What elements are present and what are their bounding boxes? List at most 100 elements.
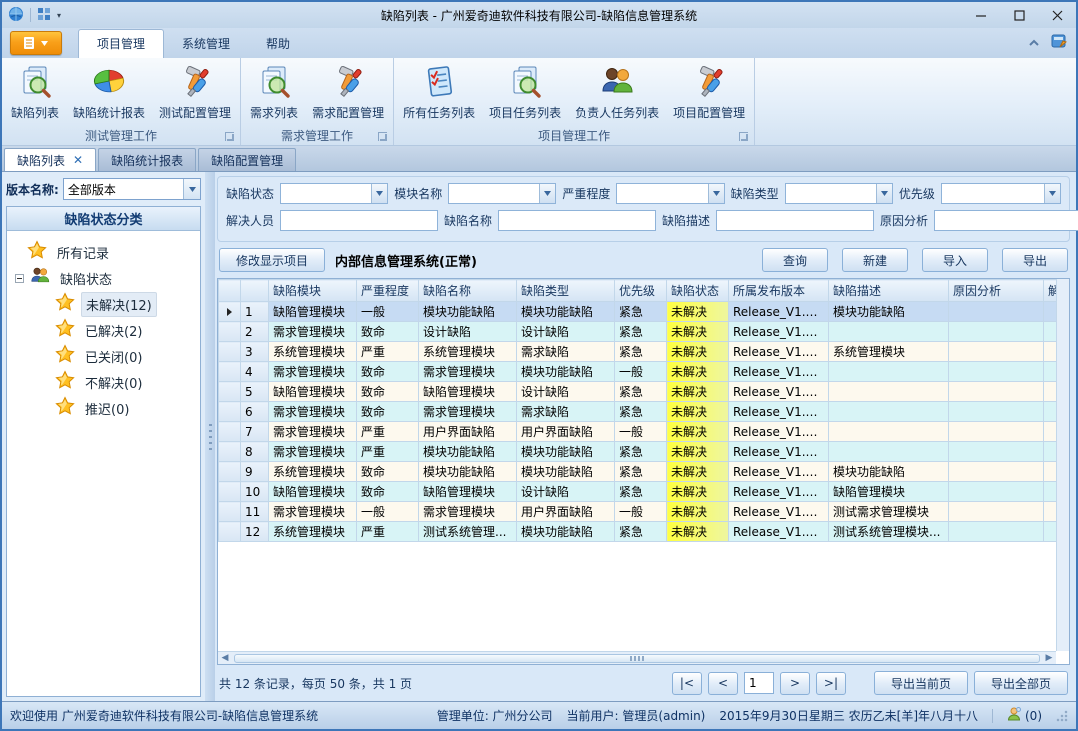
table-row[interactable]: 5缺陷管理模块致命缺陷管理模块设计缺陷紧急未解决Release_V1.0.0 [219, 382, 1057, 402]
ribbon-button-1-0[interactable]: 需求列表 [245, 62, 303, 124]
modify-display-columns-button[interactable]: 修改显示项目 [219, 248, 325, 272]
ribbon-button-2-1[interactable]: 项目任务列表 [484, 62, 566, 124]
grid-column-header-1[interactable]: 严重程度 [357, 280, 419, 302]
pager-next-button[interactable]: > [780, 672, 810, 695]
grid-column-header-2[interactable]: 缺陷名称 [419, 280, 517, 302]
export-button[interactable]: 导出 [1002, 248, 1068, 272]
table-row[interactable]: 3系统管理模块严重系统管理模块需求缺陷紧急未解决Release_V1.2.0系统… [219, 342, 1057, 362]
ribbon-button-1-1[interactable]: 需求配置管理 [307, 62, 389, 124]
close-tab-icon[interactable]: ✕ [73, 154, 83, 166]
ribbon-button-2-2[interactable]: 负责人任务列表 [570, 62, 664, 124]
page-number-input[interactable] [744, 672, 774, 694]
chevron-down-icon[interactable] [539, 184, 555, 203]
ribbon-button-0-0[interactable]: 缺陷列表 [6, 62, 64, 124]
table-row[interactable]: 4需求管理模块致命需求管理模块模块功能缺陷一般未解决Release_V1.0.0 [219, 362, 1057, 382]
dialog-launcher-icon[interactable] [378, 132, 387, 141]
row-marker-cell [219, 522, 241, 542]
table-row[interactable]: 12系统管理模块严重测试系统管理...模块功能缺陷紧急未解决Release_V1… [219, 522, 1057, 542]
document-tab-0[interactable]: 缺陷列表✕ [4, 148, 96, 171]
export-current-page-button[interactable]: 导出当前页 [874, 671, 968, 695]
tree-item-6[interactable]: 推迟(0) [13, 395, 198, 421]
filter-input-row2-3[interactable] [934, 210, 1078, 231]
ribbon-help-icon[interactable] [1051, 34, 1068, 52]
tree-collapse-icon[interactable] [15, 274, 24, 283]
chevron-down-icon[interactable] [1044, 184, 1060, 203]
ribbon-button-0-1[interactable]: 缺陷统计报表 [68, 62, 150, 124]
table-row[interactable]: 10缺陷管理模块致命缺陷管理模块设计缺陷紧急未解决Release_V1.0.0缺… [219, 482, 1057, 502]
filter-label: 严重程度 [562, 185, 610, 202]
dialog-launcher-icon[interactable] [739, 132, 748, 141]
table-row[interactable]: 7需求管理模块严重用户界面缺陷用户界面缺陷一般未解决Release_V1.0.0 [219, 422, 1057, 442]
tree-item-1[interactable]: 缺陷状态 [13, 265, 198, 291]
grid-column-header-5[interactable]: 缺陷状态 [667, 280, 729, 302]
dialog-launcher-icon[interactable] [225, 132, 234, 141]
tree-item-4[interactable]: 已关闭(0) [13, 343, 198, 369]
grid-column-header-3[interactable]: 缺陷类型 [517, 280, 615, 302]
filter-input-row2-1[interactable] [498, 210, 656, 231]
table-row[interactable]: 9系统管理模块致命模块功能缺陷模块功能缺陷紧急未解决Release_V1.0.0… [219, 462, 1057, 482]
grid-column-header-7[interactable]: 缺陷描述 [829, 280, 949, 302]
import-button[interactable]: 导入 [922, 248, 988, 272]
table-row[interactable]: 8需求管理模块严重模块功能缺陷模块功能缺陷紧急未解决Release_V1.0.0 [219, 442, 1057, 462]
export-all-pages-button[interactable]: 导出全部页 [974, 671, 1068, 695]
tree-item-3[interactable]: 已解决(2) [13, 317, 198, 343]
pager-prev-button[interactable]: < [708, 672, 738, 695]
chevron-down-icon[interactable] [183, 179, 200, 199]
filter-select-row1-1[interactable] [448, 183, 556, 204]
ribbon-button-0-2[interactable]: 测试配置管理 [154, 62, 236, 124]
cell-status: 未解决 [667, 302, 729, 322]
table-row[interactable]: 1缺陷管理模块一般模块功能缺陷模块功能缺陷紧急未解决Release_V1.2.0… [219, 302, 1057, 322]
new-button[interactable]: 新建 [842, 248, 908, 272]
document-tab-2[interactable]: 缺陷配置管理 [198, 148, 296, 171]
scrollbar-thumb[interactable] [234, 654, 1040, 663]
quick-access-icon[interactable] [37, 7, 51, 24]
filter-select-row1-3[interactable] [785, 183, 893, 204]
ribbon-tab-bar: 项目管理系统管理帮助 [2, 28, 1076, 58]
ribbon-button-2-3[interactable]: 项目配置管理 [668, 62, 750, 124]
cell-type: 设计缺陷 [517, 482, 615, 502]
tree-item-2[interactable]: 未解决(12) [13, 291, 198, 317]
table-row[interactable]: 11需求管理模块一般需求管理模块用户界面缺陷一般未解决Release_V1.1.… [219, 502, 1057, 522]
chevron-down-icon[interactable] [371, 184, 387, 203]
table-row[interactable]: 6需求管理模块致命需求管理模块需求缺陷紧急未解决Release_V1.1.0 [219, 402, 1057, 422]
filter-select-row1-4[interactable] [941, 183, 1061, 204]
maximize-button[interactable] [1000, 2, 1038, 28]
resize-grip-icon[interactable] [1056, 710, 1068, 722]
ribbon-collapse-icon[interactable] [1027, 36, 1041, 50]
filter-input-row2-2[interactable] [716, 210, 874, 231]
grid-column-header-4[interactable]: 优先级 [615, 280, 667, 302]
ribbon-tab-2[interactable]: 帮助 [248, 30, 308, 58]
ribbon-tab-0[interactable]: 项目管理 [78, 29, 164, 58]
scroll-right-icon[interactable]: ▶ [1042, 653, 1056, 663]
ribbon-tab-1[interactable]: 系统管理 [164, 30, 248, 58]
grid-column-header-6[interactable]: 所属发布版本 [729, 280, 829, 302]
chevron-down-icon[interactable] [876, 184, 892, 203]
ribbon: 缺陷列表缺陷统计报表测试配置管理测试管理工作需求列表需求配置管理需求管理工作所有… [2, 58, 1076, 146]
document-tab-1[interactable]: 缺陷统计报表 [98, 148, 196, 171]
filter-select-row1-0[interactable] [280, 183, 388, 204]
minimize-button[interactable] [962, 2, 1000, 28]
close-button[interactable] [1038, 2, 1076, 28]
filter-select-row1-2[interactable] [616, 183, 724, 204]
grid-horizontal-scrollbar[interactable]: ◀ ▶ [218, 651, 1056, 664]
grid-column-header-9[interactable]: 解决方法 [1044, 280, 1057, 302]
version-select[interactable]: 全部版本 [63, 178, 201, 200]
grid-column-header-8[interactable]: 原因分析 [949, 280, 1044, 302]
filter-input-row2-0[interactable] [280, 210, 438, 231]
scroll-left-icon[interactable]: ◀ [218, 653, 232, 663]
tree-item-5[interactable]: 不解决(0) [13, 369, 198, 395]
search-button[interactable]: 查询 [762, 248, 828, 272]
grid-column-header-0[interactable]: 缺陷模块 [269, 280, 357, 302]
quick-access-dropdown-icon[interactable]: ▾ [57, 11, 61, 20]
application-menu-button[interactable] [10, 31, 62, 55]
pager-first-button[interactable]: |< [672, 672, 702, 695]
row-number-cell: 2 [241, 322, 269, 342]
chevron-down-icon[interactable] [708, 184, 724, 203]
table-row[interactable]: 2需求管理模块致命设计缺陷设计缺陷紧急未解决Release_V1.2.0 [219, 322, 1057, 342]
sidebar-splitter[interactable] [205, 172, 215, 701]
row-marker-cell [219, 342, 241, 362]
pager-last-button[interactable]: >| [816, 672, 846, 695]
tree-item-0[interactable]: 所有记录 [13, 239, 198, 265]
grid-vertical-scrollbar[interactable] [1056, 279, 1069, 651]
ribbon-button-2-0[interactable]: 所有任务列表 [398, 62, 480, 124]
